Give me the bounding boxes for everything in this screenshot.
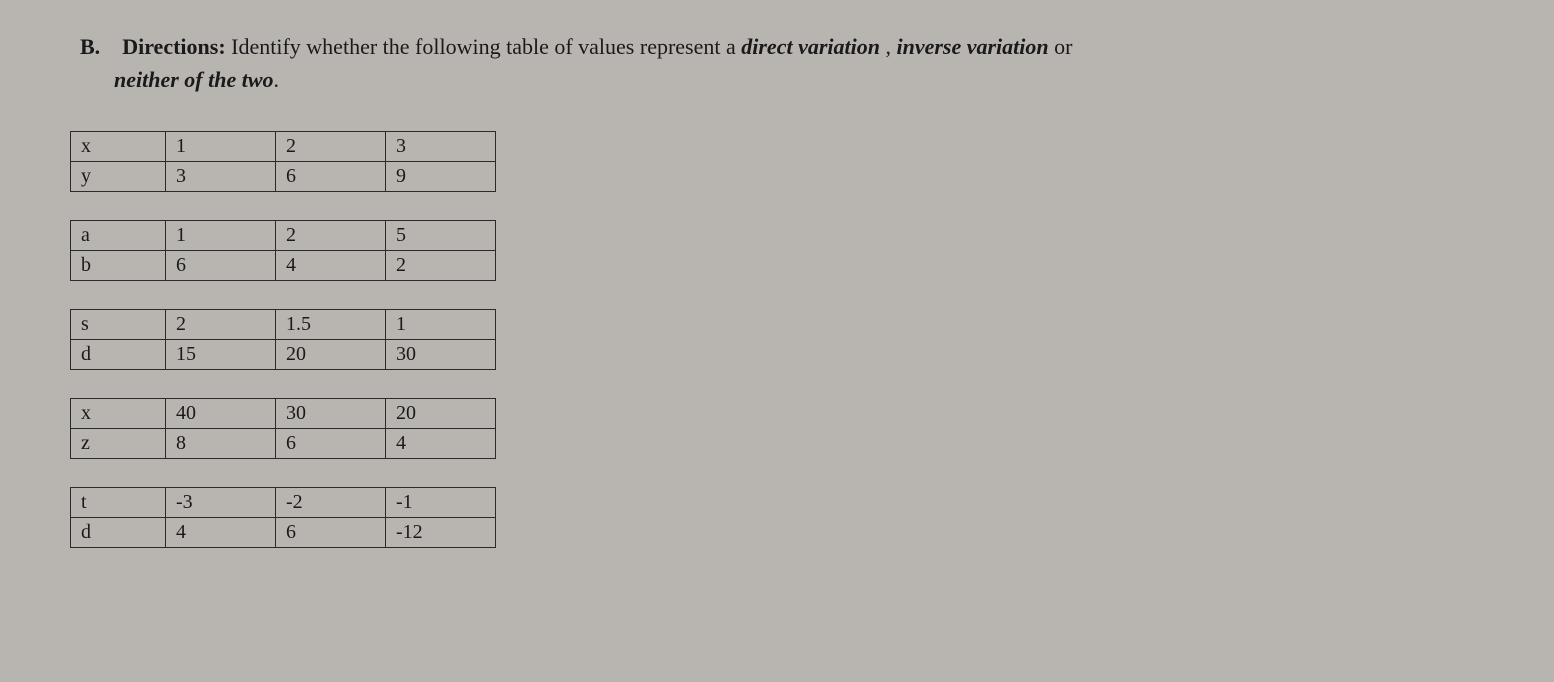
variable-cell: y <box>71 162 166 192</box>
value-cell: -3 <box>166 488 276 518</box>
directions-text-3: or <box>1054 34 1072 59</box>
directions-text-2: , <box>885 34 896 59</box>
value-cell: 9 <box>386 162 496 192</box>
term-direct-variation: direct variation <box>741 34 880 59</box>
value-cell: 6 <box>276 429 386 459</box>
table-row: z 8 6 4 <box>71 429 496 459</box>
value-cell: 1.5 <box>276 310 386 340</box>
table-row: b 6 4 2 <box>71 251 496 281</box>
variable-cell: b <box>71 251 166 281</box>
variable-cell: a <box>71 221 166 251</box>
value-cell: 6 <box>276 518 386 548</box>
value-cell: 6 <box>276 162 386 192</box>
table-row: d 4 6 -12 <box>71 518 496 548</box>
variable-cell: d <box>71 340 166 370</box>
section-marker: B. <box>80 34 100 59</box>
directions-block: B. Directions: Identify whether the foll… <box>70 30 1484 96</box>
table-row: x 1 2 3 <box>71 132 496 162</box>
table-row: t -3 -2 -1 <box>71 488 496 518</box>
value-cell: 4 <box>166 518 276 548</box>
value-cell: 20 <box>276 340 386 370</box>
variable-cell: t <box>71 488 166 518</box>
table-4: x 40 30 20 z 8 6 4 <box>70 398 1484 459</box>
value-cell: 4 <box>276 251 386 281</box>
value-cell: 30 <box>276 399 386 429</box>
value-cell: -1 <box>386 488 496 518</box>
variable-cell: x <box>71 399 166 429</box>
value-cell: 2 <box>276 221 386 251</box>
term-inverse-variation: inverse variation <box>896 34 1048 59</box>
value-cell: 30 <box>386 340 496 370</box>
table-row: x 40 30 20 <box>71 399 496 429</box>
variable-cell: d <box>71 518 166 548</box>
value-cell: 4 <box>386 429 496 459</box>
table-3: s 2 1.5 1 d 15 20 30 <box>70 309 1484 370</box>
directions-text-1: Identify whether the following table of … <box>231 34 741 59</box>
value-cell: 2 <box>276 132 386 162</box>
value-cell: 2 <box>166 310 276 340</box>
value-cell: 2 <box>386 251 496 281</box>
value-cell: 3 <box>386 132 496 162</box>
variable-cell: s <box>71 310 166 340</box>
value-cell: 8 <box>166 429 276 459</box>
table-row: a 1 2 5 <box>71 221 496 251</box>
value-cell: 20 <box>386 399 496 429</box>
value-cell: 1 <box>166 132 276 162</box>
value-cell: 1 <box>386 310 496 340</box>
table-row: d 15 20 30 <box>71 340 496 370</box>
table-1: x 1 2 3 y 3 6 9 <box>70 131 1484 192</box>
table-5: t -3 -2 -1 d 4 6 -12 <box>70 487 1484 548</box>
directions-text-4: . <box>274 67 280 92</box>
variable-cell: z <box>71 429 166 459</box>
variable-cell: x <box>71 132 166 162</box>
value-cell: -2 <box>276 488 386 518</box>
value-cell: -12 <box>386 518 496 548</box>
term-neither: neither of the two <box>114 67 274 92</box>
value-cell: 3 <box>166 162 276 192</box>
value-cell: 1 <box>166 221 276 251</box>
value-cell: 5 <box>386 221 496 251</box>
value-cell: 40 <box>166 399 276 429</box>
table-row: s 2 1.5 1 <box>71 310 496 340</box>
table-2: a 1 2 5 b 6 4 2 <box>70 220 1484 281</box>
table-row: y 3 6 9 <box>71 162 496 192</box>
value-cell: 6 <box>166 251 276 281</box>
value-cell: 15 <box>166 340 276 370</box>
directions-label: Directions: <box>122 34 225 59</box>
